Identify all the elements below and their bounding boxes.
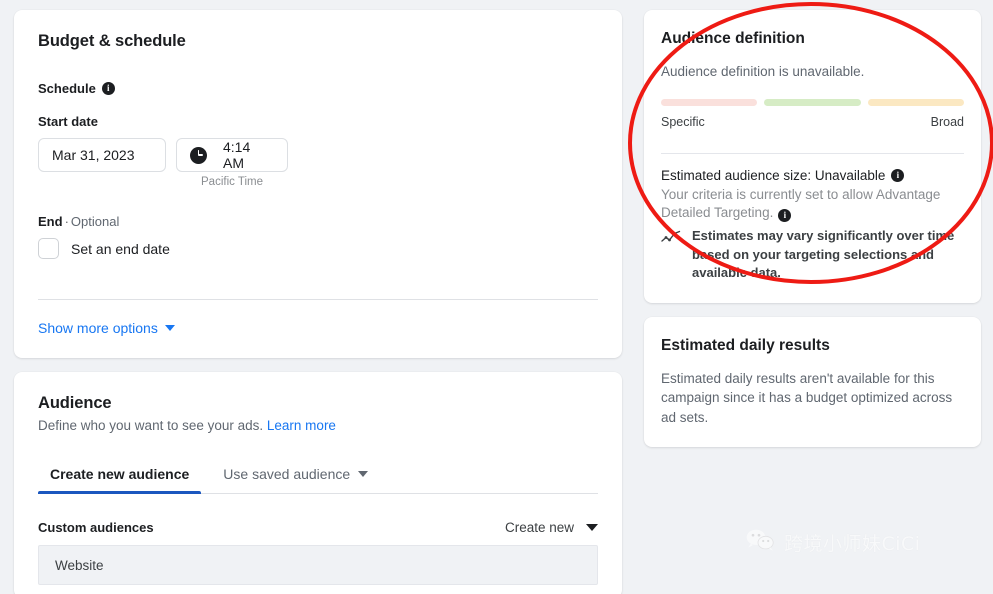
end-separator: · [65,214,69,229]
learn-more-link[interactable]: Learn more [267,418,336,433]
start-time-input[interactable]: 4:14 AM [176,138,288,172]
criteria-note: Your criteria is currently set to allow … [661,186,964,224]
left-column: Budget & schedule Schedule i Start date … [14,10,622,594]
audience-definition-unavailable-text: Audience definition is unavailable. [661,62,964,82]
criteria-note-text: Your criteria is currently set to allow … [661,187,940,221]
info-icon[interactable]: i [891,169,904,182]
schedule-label: Schedule i [38,81,598,96]
audience-definition-card: Audience definition Audience definition … [644,10,981,303]
start-date-label-text: Start date [38,114,98,129]
audience-definition-divider [661,153,964,154]
custom-audiences-row: Custom audiences Create new [38,520,598,535]
wechat-icon [745,528,775,557]
info-icon[interactable]: i [102,82,115,95]
chevron-down-icon [586,524,598,531]
create-new-button[interactable]: Create new [505,520,598,535]
schedule-label-text: Schedule [38,81,96,96]
list-item[interactable]: Website [38,545,598,585]
gauge-labels: Specific Broad [661,115,964,129]
audience-card: Audience Define who you want to see your… [14,372,622,594]
balanced-segment [764,99,860,106]
chevron-down-icon [358,471,368,477]
tab-use-saved-audience[interactable]: Use saved audience [211,460,380,493]
estimates-vary-note-text: Estimates may vary significantly over ti… [692,227,964,282]
start-time-group: 4:14 AM Pacific Time [176,138,288,188]
custom-audiences-label: Custom audiences [38,520,154,535]
estimated-audience-size-text: Estimated audience size: Unavailable [661,168,885,183]
audience-subtitle: Define who you want to see your ads. Lea… [38,418,598,433]
end-label-text: End [38,214,63,229]
budget-card-divider [38,299,598,300]
create-new-label: Create new [505,520,574,535]
audience-tabs: Create new audience Use saved audience [38,460,598,494]
info-icon[interactable]: i [778,209,791,222]
watermark-text: 跨境小师妹CiCi [784,529,921,556]
tab-use-saved-audience-label: Use saved audience [223,466,350,482]
clock-icon [190,147,207,164]
start-date-input[interactable]: Mar 31, 2023 [38,138,166,172]
set-end-date-checkbox[interactable] [38,238,59,259]
trend-line-icon [661,230,683,249]
estimates-vary-note: Estimates may vary significantly over ti… [661,227,964,282]
audience-subtitle-text: Define who you want to see your ads. [38,418,263,433]
tab-create-new-audience-label: Create new audience [50,466,189,482]
estimated-daily-results-body: Estimated daily results aren't available… [661,369,964,428]
page-root: Budget & schedule Schedule i Start date … [0,0,993,594]
right-column: Audience definition Audience definition … [644,10,981,447]
timezone-note: Pacific Time [176,176,288,188]
end-label: End·Optional [38,214,598,229]
start-date-value: Mar 31, 2023 [52,147,135,163]
set-end-date-row[interactable]: Set an end date [38,238,598,259]
broad-segment [868,99,964,106]
start-date-row: Mar 31, 2023 4:14 AM Pacific Time [38,138,598,188]
specific-segment [661,99,757,106]
estimated-audience-size: Estimated audience size: Unavailable i [661,168,964,183]
tab-create-new-audience[interactable]: Create new audience [38,460,201,493]
gauge-label-specific: Specific [661,115,705,129]
website-row-label: Website [55,558,104,573]
start-time-value: 4:14 AM [223,139,274,171]
set-end-date-label: Set an end date [71,241,170,257]
estimated-daily-results-title: Estimated daily results [661,337,964,355]
page-title: Budget & schedule [38,32,598,51]
start-date-label: Start date [38,114,598,129]
budget-schedule-card: Budget & schedule Schedule i Start date … [14,10,622,358]
end-optional-text: Optional [71,214,119,229]
gauge-label-broad: Broad [931,115,964,129]
show-more-options-label: Show more options [38,320,158,336]
audience-gauge [661,99,964,106]
estimated-daily-results-card: Estimated daily results Estimated daily … [644,317,981,448]
audience-title: Audience [38,394,598,413]
watermark: 跨境小师妹CiCi [745,528,921,557]
audience-definition-title: Audience definition [661,30,964,48]
chevron-down-icon [165,325,175,331]
show-more-options-button[interactable]: Show more options [38,320,175,336]
